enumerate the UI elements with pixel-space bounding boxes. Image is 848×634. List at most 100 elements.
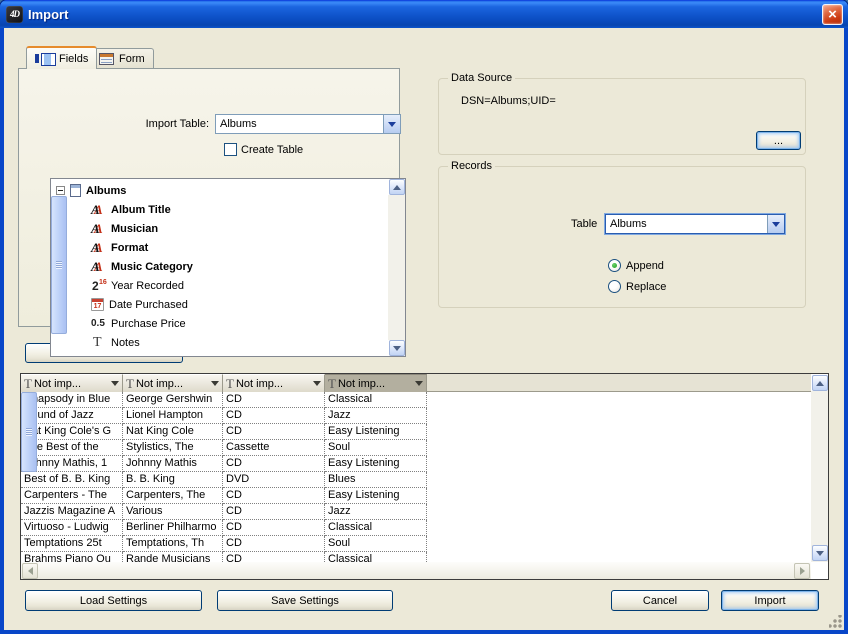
- integer-field-icon: [91, 279, 106, 293]
- chevron-down-icon: [383, 115, 400, 133]
- collapse-icon[interactable]: [56, 186, 65, 195]
- fields-tab-icon: [35, 53, 54, 64]
- records-group: Records Table Albums Append Replace: [438, 166, 806, 308]
- grid-cell: CD: [223, 424, 325, 440]
- grid-scrollbar-track[interactable]: [811, 391, 828, 562]
- dsn-text: DSN=Albums;UID=: [461, 95, 556, 107]
- cancel-button[interactable]: Cancel: [611, 590, 709, 611]
- data-source-group: Data Source DSN=Albums;UID= ...: [438, 78, 806, 155]
- grid-row: Jazzis Magazine AVariousCDJazz: [21, 504, 811, 520]
- grid-scroll-up-button[interactable]: [812, 375, 828, 391]
- tree-item-label: Format: [111, 242, 148, 254]
- grid-cell: Various: [123, 504, 223, 520]
- grid-column-header[interactable]: T Not imp...: [21, 374, 123, 392]
- tree-item-label: Date Purchased: [109, 299, 188, 311]
- grid-row: Virtuoso - LudwigBerliner PhilharmoCDCla…: [21, 520, 811, 536]
- grid-row: Johnny Mathis, 1Johnny MathisCDEasy List…: [21, 456, 811, 472]
- tree-item-label: Notes: [111, 337, 140, 349]
- chevron-down-icon: [415, 381, 423, 386]
- records-table-select[interactable]: Albums: [605, 214, 785, 234]
- tree-scrollbar-thumb[interactable]: [51, 196, 67, 334]
- tree-item-field[interactable]: Purchase Price: [51, 314, 388, 333]
- tree-item-field[interactable]: Format: [51, 238, 388, 257]
- tree-scroll-down-button[interactable]: [389, 340, 405, 356]
- tab-form-label: Form: [119, 53, 145, 65]
- grid-cell: Carpenters - The: [21, 488, 123, 504]
- field-tree-items: Albums Album Title Musician Format Music…: [51, 179, 388, 356]
- import-dialog: 4D Import × Fields Form Import Table: Al…: [0, 0, 848, 634]
- grid-cell: Berliner Philharmo: [123, 520, 223, 536]
- real-field-icon: [91, 317, 106, 331]
- tree-scroll-up-button[interactable]: [389, 179, 405, 195]
- grid-body: Rhapsody in BlueGeorge GershwinCDClassic…: [21, 392, 811, 562]
- grid-cell: Classical: [325, 552, 427, 562]
- replace-radio[interactable]: [608, 280, 621, 293]
- tree-item-label: Musician: [111, 223, 158, 235]
- save-settings-button[interactable]: Save Settings: [217, 590, 393, 611]
- grid-hscrollbar-track[interactable]: [21, 562, 811, 579]
- tree-item-label: Purchase Price: [111, 318, 186, 330]
- tree-item-field[interactable]: Musician: [51, 219, 388, 238]
- date-field-icon: [91, 298, 104, 311]
- grid-cell: Cassette: [223, 440, 325, 456]
- grid-cell: CD: [223, 504, 325, 520]
- grid-cell: Virtuoso - Ludwig: [21, 520, 123, 536]
- titlebar[interactable]: 4D Import ×: [0, 0, 848, 28]
- grid-scroll-down-button[interactable]: [812, 545, 828, 561]
- grid-scroll-right-button[interactable]: [794, 563, 810, 579]
- tree-root-albums[interactable]: Albums: [51, 181, 388, 200]
- grid-cell: CD: [223, 408, 325, 424]
- text-type-icon: T: [24, 376, 32, 392]
- resize-grip[interactable]: [829, 615, 842, 628]
- create-table-label: Create Table: [241, 144, 303, 156]
- grid-column-header[interactable]: T Not imp...: [325, 374, 427, 392]
- append-radio[interactable]: [608, 259, 621, 272]
- 4d-app-icon: 4D: [6, 6, 23, 23]
- create-table-checkbox[interactable]: [224, 143, 237, 156]
- tree-item-field[interactable]: Music Category: [51, 257, 388, 276]
- tab-fields[interactable]: Fields: [26, 46, 97, 69]
- append-label: Append: [626, 260, 664, 272]
- grid-row: Brahms Piano QuRande MusiciansCDClassica…: [21, 552, 811, 562]
- append-option[interactable]: Append: [608, 259, 664, 272]
- grid-column-header[interactable]: T Not imp...: [123, 374, 223, 392]
- tree-item-field[interactable]: Notes: [51, 333, 388, 352]
- grid-row: Best of B. B. KingB. B. KingDVDBlues: [21, 472, 811, 488]
- replace-option[interactable]: Replace: [608, 280, 666, 293]
- chevron-down-icon: [767, 215, 784, 233]
- alpha-field-icon: [91, 355, 106, 357]
- tab-fields-label: Fields: [59, 53, 88, 65]
- grid-cell: CD: [223, 552, 325, 562]
- import-table-label: Import Table:: [87, 118, 209, 130]
- import-button[interactable]: Import: [721, 590, 819, 611]
- alpha-field-icon: [91, 203, 106, 217]
- alpha-field-icon: [91, 222, 106, 236]
- alpha-field-icon: [91, 260, 106, 274]
- chevron-down-icon: [111, 381, 119, 386]
- grid-row: Rhapsody in BlueGeorge GershwinCDClassic…: [21, 392, 811, 408]
- grid-scroll-left-button[interactable]: [22, 563, 38, 579]
- text-type-icon: T: [126, 376, 134, 392]
- grid-scrollbar-thumb[interactable]: [21, 392, 37, 472]
- grid-cell: CD: [223, 488, 325, 504]
- text-type-icon: T: [226, 376, 234, 392]
- data-source-group-label: Data Source: [448, 72, 515, 84]
- grid-cell: Easy Listening: [325, 488, 427, 504]
- records-table-label: Table: [571, 218, 597, 230]
- fields-tab-panel: Import Table: Albums Create Table Albums…: [18, 68, 400, 327]
- grid-cell: Soul: [325, 536, 427, 552]
- tree-item-field[interactable]: Album Title: [51, 200, 388, 219]
- tree-item-field[interactable]: Date Purchased: [51, 295, 388, 314]
- tab-form[interactable]: Form: [90, 48, 154, 69]
- tree-item-field[interactable]: Year Recorded: [51, 276, 388, 295]
- grid-cell: B. B. King: [123, 472, 223, 488]
- close-button[interactable]: ×: [822, 4, 843, 25]
- load-settings-button[interactable]: Load Settings: [25, 590, 202, 611]
- grid-column-header[interactable]: T Not imp...: [223, 374, 325, 392]
- tree-item-field[interactable]: Performed by: [51, 352, 388, 356]
- chevron-down-icon: [313, 381, 321, 386]
- tree-scrollbar-track[interactable]: [388, 195, 405, 340]
- browse-data-source-button[interactable]: ...: [756, 131, 801, 150]
- import-preview-grid: T Not imp... T Not imp... T Not imp... T…: [20, 373, 829, 580]
- import-table-select[interactable]: Albums: [215, 114, 401, 134]
